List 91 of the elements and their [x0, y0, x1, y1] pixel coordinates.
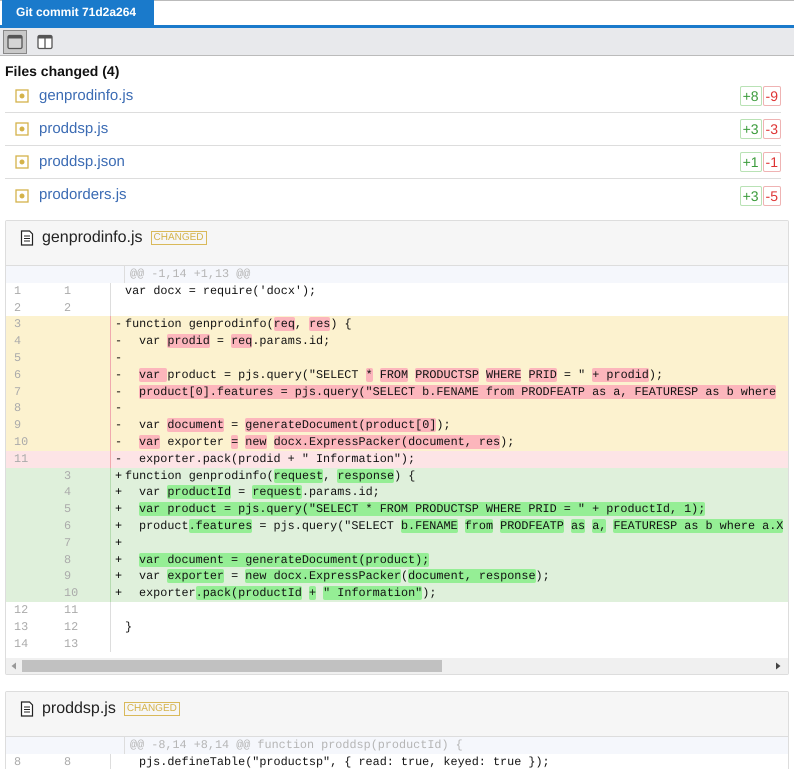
deletions-count: -9 [762, 86, 781, 106]
single-pane-icon [7, 34, 23, 50]
line-number: 9 [64, 569, 72, 584]
code-line: pjs.defineTable("productsp", { read: true, keyed: true }); [138, 754, 550, 769]
view-mode-button[interactable] [3, 30, 27, 54]
horizontal-scrollbar[interactable] [6, 658, 788, 674]
document-icon [20, 230, 34, 246]
diff-marker: + [115, 552, 122, 567]
line-number: 11 [64, 602, 78, 617]
diff-marker: - [115, 368, 122, 382]
status-tag: CHANGED [150, 231, 207, 245]
code-line: exporter.pack(prodid + " Information"); [138, 450, 416, 468]
line-number: 4 [64, 485, 72, 500]
additions-count: +3 [740, 119, 762, 139]
additions-count: +8 [740, 86, 762, 106]
file-link[interactable]: prodorders.js [39, 184, 127, 207]
modified-file-icon [15, 122, 29, 136]
additions-count: +1 [740, 152, 762, 172]
line-number: 12 [14, 602, 28, 617]
code-line: exporter.pack(productId + " Information"); [138, 585, 436, 602]
line-number: 14 [14, 636, 28, 651]
file-name: genprodinfo.js [42, 228, 143, 248]
diff-marker: - [115, 384, 122, 399]
document-icon [20, 701, 34, 718]
file-link[interactable]: proddsp.json [39, 150, 125, 174]
code-line: var productId = request.params.id; [138, 484, 380, 502]
code-line: var product = pjs.query("SELECT * FROM PRODUCTSP WHERE PRID = " + prodid); [138, 366, 664, 384]
diff-marker: + [115, 569, 122, 584]
file-name: proddsp.js [42, 699, 116, 720]
line-number: 2 [14, 300, 22, 315]
modified-file-icon [15, 89, 29, 103]
diff-marker: - [115, 350, 122, 365]
diff-marker: + [115, 536, 122, 550]
code-line: function genprodinfo(request, response) { [125, 468, 416, 484]
line-number: 11 [14, 452, 28, 466]
modified-file-icon [15, 188, 29, 202]
diff-marker: - [115, 418, 122, 432]
line-number: 8 [14, 401, 22, 416]
line-number: 3 [14, 317, 22, 332]
code-line: var document = generateDocument(product[0]); [138, 417, 451, 434]
deletions-count: -3 [762, 119, 781, 139]
additions-count: +3 [740, 186, 762, 206]
file-link[interactable]: proddsp.js [39, 118, 108, 140]
line-number: 8 [64, 755, 72, 769]
line-number: 4 [14, 334, 22, 348]
hunk-header: @@ -1,14 +1,13 @@ [129, 266, 250, 283]
code-line: function genprodinfo(req, res) { [125, 316, 352, 334]
diff-marker: + [115, 502, 122, 516]
diff-marker: - [115, 452, 122, 466]
diff-marker: - [115, 317, 122, 332]
file-link[interactable]: genprodinfo.js [39, 84, 134, 108]
files-heading: Files changed (4) [4, 62, 120, 80]
diff-marker: + [115, 518, 122, 533]
status-tag: CHANGED [124, 702, 180, 716]
split-pane-icon [37, 34, 53, 50]
code-line: } [125, 618, 132, 636]
diff-marker: - [115, 334, 122, 348]
diff-marker: + [115, 468, 122, 483]
line-number: 1 [14, 284, 22, 298]
commit-tab[interactable]: Git commit 71d2a264 [2, 0, 154, 25]
deletions-count: -1 [762, 152, 781, 172]
line-number: 8 [14, 755, 22, 769]
code-line: var exporter = new docx.ExpressPacker(document, response); [138, 568, 550, 586]
code-line: product.features = pjs.query("SELECT b.FENAME from PRODFEATP as a, FEATURESP as b where a.X [138, 518, 784, 535]
hunk-header: @@ -8,14 +8,14 @@ function proddsp(productId) { [129, 737, 463, 754]
line-number: 3 [64, 468, 72, 483]
line-number: 6 [14, 368, 22, 382]
scrollbar-thumb[interactable] [22, 660, 442, 672]
line-number: 7 [14, 384, 22, 399]
line-number: 6 [64, 518, 72, 533]
line-number: 5 [14, 350, 22, 365]
line-number: 2 [64, 300, 72, 315]
diff-marker: + [115, 586, 122, 600]
modified-file-icon [15, 155, 29, 169]
line-number: 9 [14, 418, 22, 432]
code-line: var docx = require('docx'); [125, 282, 316, 300]
diff-marker: - [115, 434, 122, 449]
line-number: 12 [64, 620, 78, 634]
line-number: 5 [64, 502, 72, 516]
code-line: var exporter = new docx.ExpressPacker(document, res); [138, 434, 514, 451]
line-number: 13 [64, 636, 78, 651]
code-line: var prodid = req.params.id; [138, 333, 330, 350]
line-number: 8 [64, 552, 72, 567]
line-number: 1 [64, 284, 72, 298]
diff-marker: + [115, 485, 122, 500]
diff-marker: - [115, 401, 122, 416]
line-number: 7 [64, 536, 72, 550]
deletions-count: -5 [762, 186, 781, 206]
line-number: 10 [14, 434, 28, 449]
line-number: 13 [14, 620, 28, 634]
line-number: 10 [64, 586, 78, 600]
